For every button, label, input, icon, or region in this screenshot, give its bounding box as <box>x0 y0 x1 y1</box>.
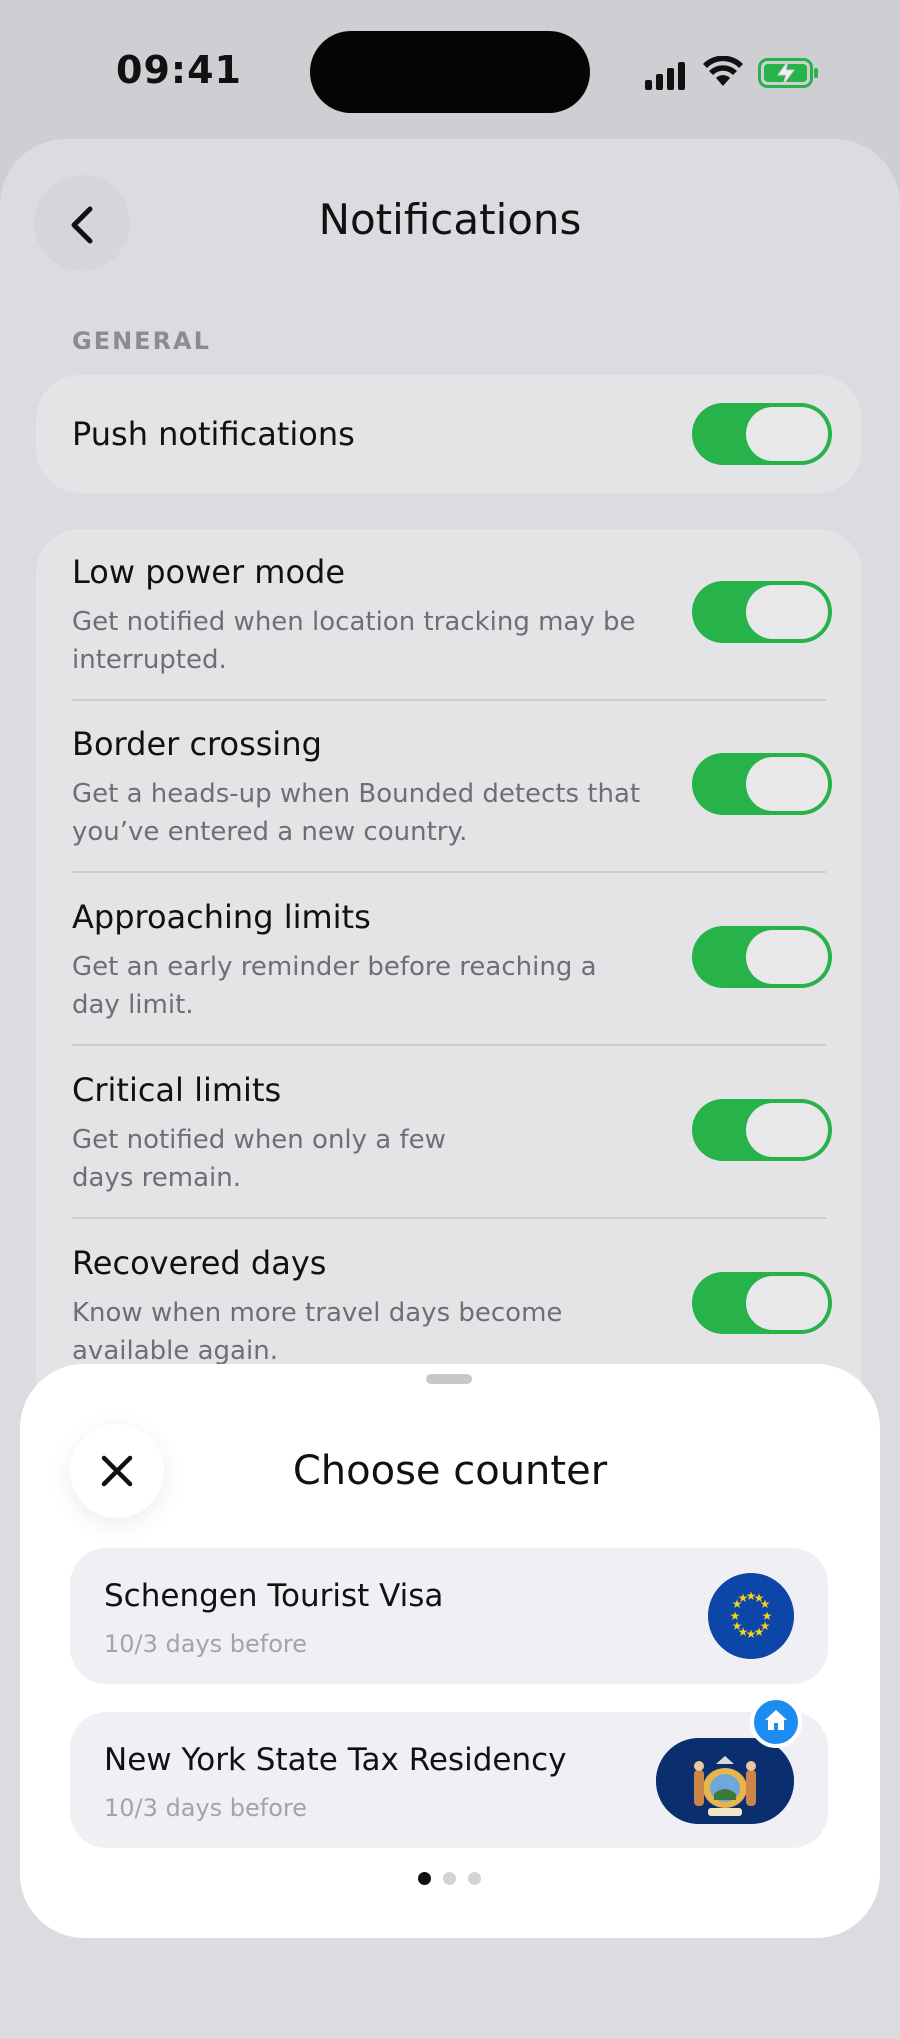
choose-counter-sheet: Choose counter Schengen Tourist Visa 10/… <box>20 1364 880 1938</box>
setting-title: Border crossing <box>72 725 322 763</box>
approaching-limits-toggle[interactable] <box>692 926 832 988</box>
setting-description: Get a heads-up when Bounded detects that… <box>72 779 641 847</box>
sheet-title: Choose counter <box>292 1448 608 1494</box>
svg-text:★: ★ <box>730 1609 741 1623</box>
status-time: 09:41 <box>116 48 242 92</box>
status-bar: 09:41 <box>0 0 900 140</box>
recovered-days-toggle[interactable] <box>692 1272 832 1334</box>
page-indicator <box>418 1872 482 1886</box>
divider <box>72 1044 826 1046</box>
divider <box>72 1217 826 1219</box>
sheet-grabber[interactable] <box>426 1374 472 1384</box>
svg-text:★: ★ <box>738 1591 749 1605</box>
counter-subtitle: 10/3 days before <box>104 1630 308 1658</box>
push-notifications-toggle[interactable] <box>692 403 832 465</box>
counter-option-schengen[interactable]: Schengen Tourist Visa 10/3 days before ★… <box>70 1548 828 1684</box>
section-label-general: GENERAL <box>72 327 211 355</box>
setting-title: Low power mode <box>72 553 346 591</box>
setting-description: Get notified when location tracking may … <box>72 607 636 675</box>
new-york-flag-icon <box>656 1738 794 1824</box>
page-dot <box>443 1872 456 1885</box>
counter-option-new-york[interactable]: New York State Tax Residency 10/3 days b… <box>70 1696 828 1848</box>
setting-row-critical-limits: Critical limits Get notified when only a… <box>36 1047 862 1219</box>
push-notifications-label: Push notifications <box>72 415 355 453</box>
setting-row-low-power-mode: Low power mode Get notified when locatio… <box>36 529 862 701</box>
border-crossing-toggle[interactable] <box>692 753 832 815</box>
push-notifications-row: Push notifications <box>36 375 862 493</box>
divider <box>72 871 826 873</box>
critical-limits-toggle[interactable] <box>692 1099 832 1161</box>
setting-title: Approaching limits <box>72 898 371 936</box>
notification-settings-list: Low power mode Get notified when locatio… <box>36 529 862 1429</box>
dynamic-island <box>310 31 590 113</box>
page-dot-active <box>418 1872 431 1885</box>
setting-description: Get notified when only a few days remain… <box>72 1125 446 1193</box>
counter-subtitle: 10/3 days before <box>104 1794 308 1822</box>
setting-title: Critical limits <box>72 1071 282 1109</box>
setting-row-border-crossing: Border crossing Get a heads-up when Boun… <box>36 701 862 873</box>
wifi-icon <box>703 56 743 86</box>
setting-description: Get an early reminder before reaching a … <box>72 952 597 1020</box>
setting-title: Recovered days <box>72 1244 327 1282</box>
counter-name: New York State Tax Residency <box>104 1742 567 1778</box>
setting-description: Know when more travel days become availa… <box>72 1298 563 1366</box>
battery-charging-icon <box>758 58 818 88</box>
setting-row-approaching-limits: Approaching limits Get an early reminder… <box>36 874 862 1046</box>
low-power-mode-toggle[interactable] <box>692 581 832 643</box>
home-icon <box>750 1696 802 1748</box>
cellular-signal-icon <box>645 60 689 90</box>
page-title: Notifications <box>318 195 582 244</box>
counter-name: Schengen Tourist Visa <box>104 1578 444 1614</box>
eu-flag-icon: ★ ★ ★ ★ ★ ★ ★ ★ ★ ★ ★ ★ <box>708 1573 794 1659</box>
page-dot <box>468 1872 481 1885</box>
